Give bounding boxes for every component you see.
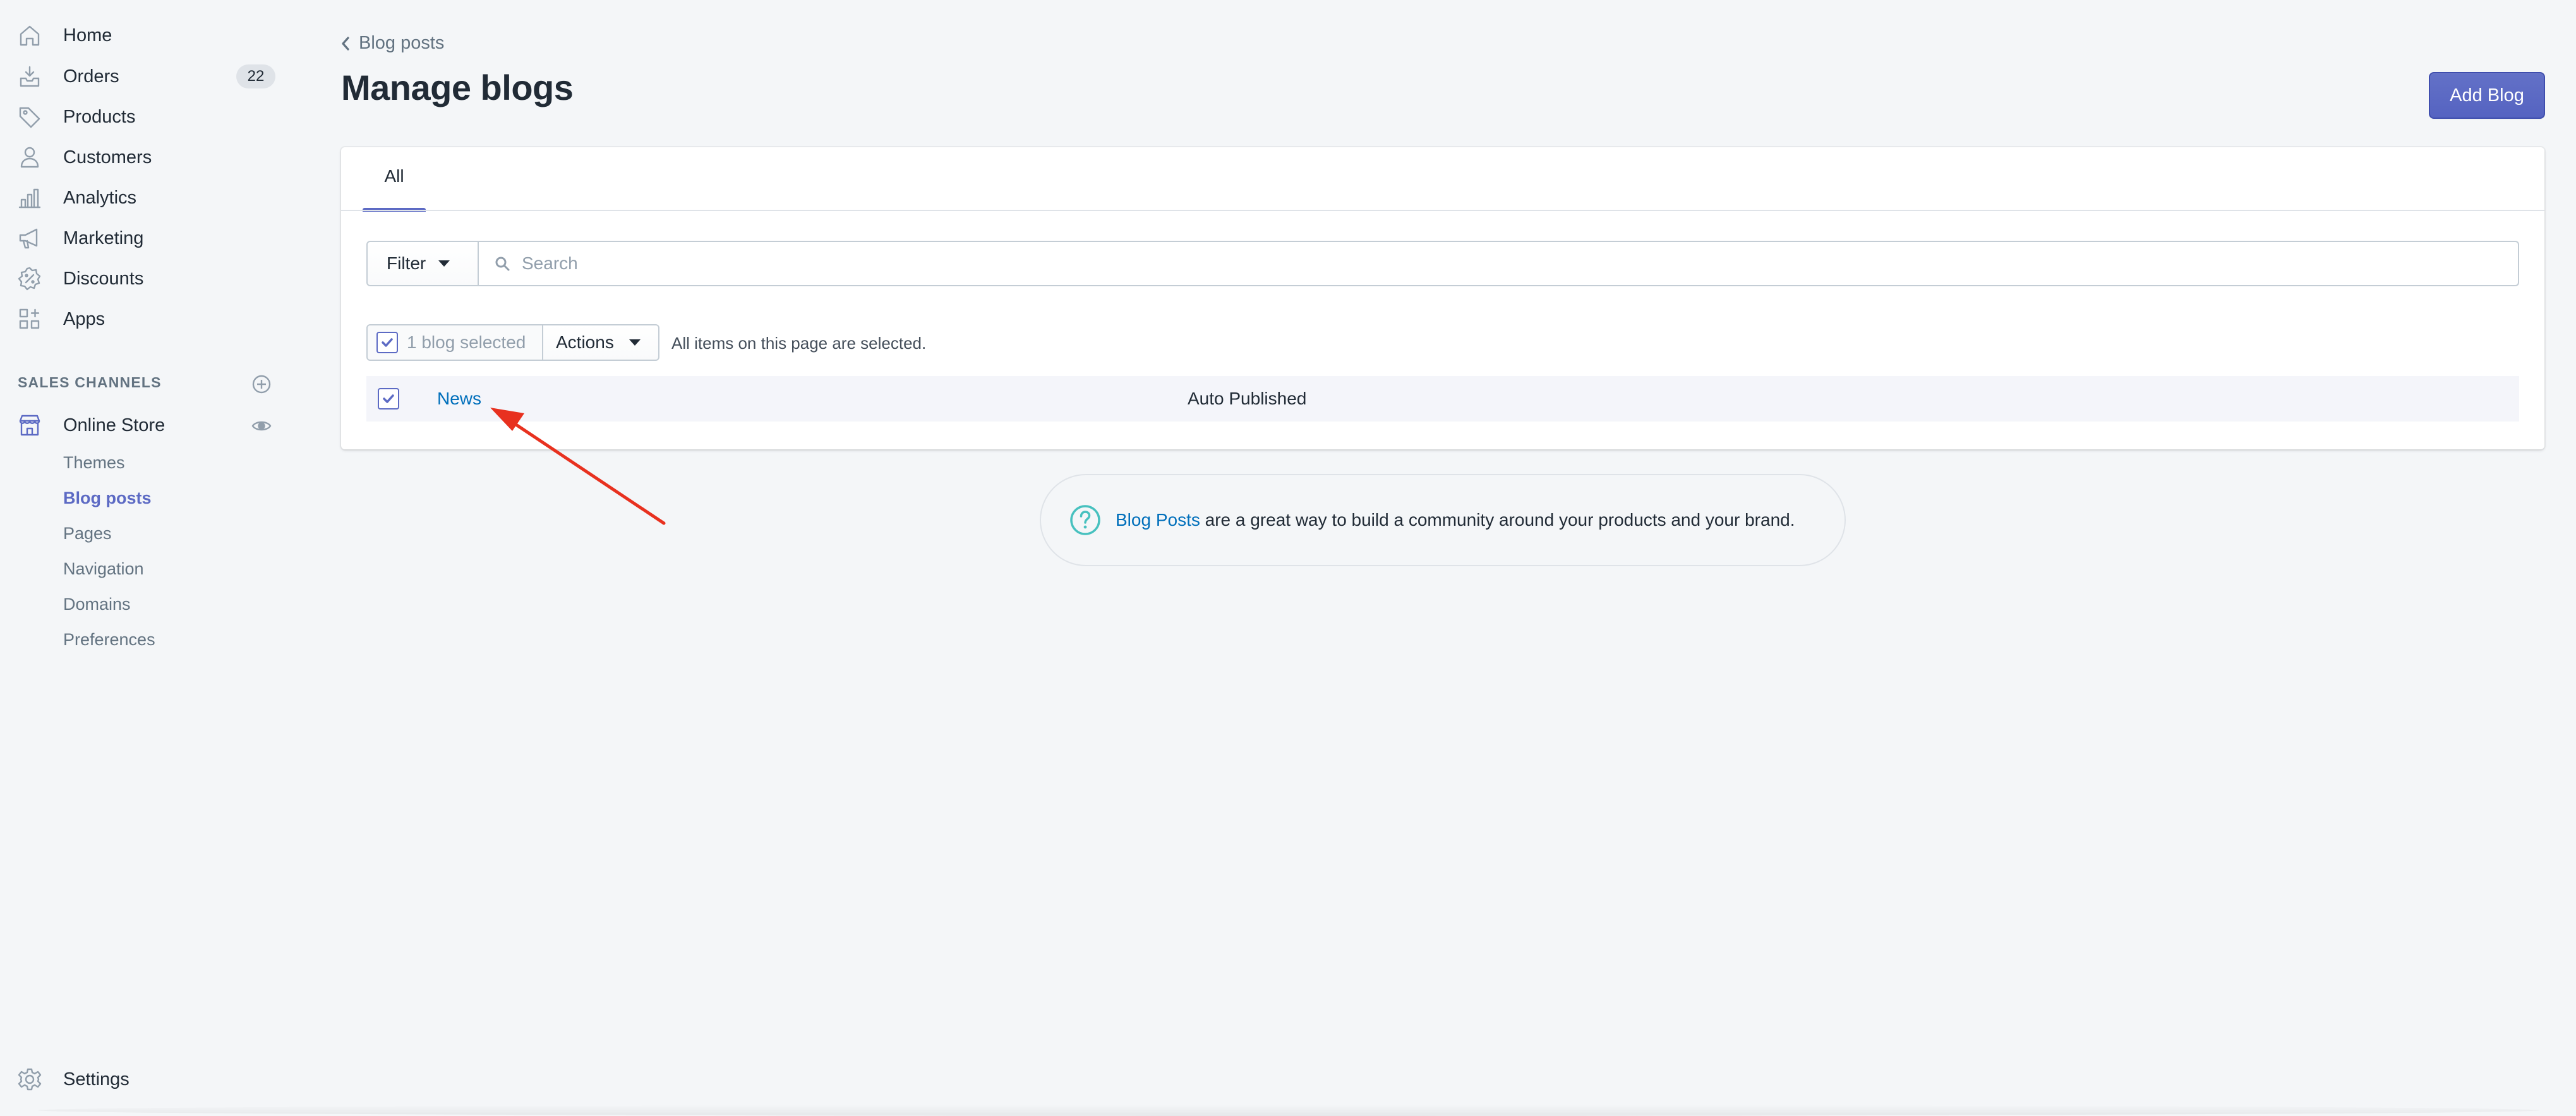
gear-icon [15, 1065, 44, 1094]
discount-icon [15, 264, 44, 293]
breadcrumb-back-link[interactable]: Blog posts [339, 33, 444, 54]
view-store-eye-icon[interactable] [250, 415, 273, 437]
bulk-select-button[interactable]: 1 blog selected [366, 324, 543, 361]
page-title: Manage blogs [341, 68, 574, 107]
nav-item-products[interactable]: Products [0, 97, 297, 137]
nav-item-home[interactable]: Home [0, 15, 297, 56]
breadcrumb-label: Blog posts [359, 33, 445, 53]
help-text-body: are a great way to build a community aro… [1200, 510, 1795, 530]
add-sales-channel-icon[interactable] [250, 373, 273, 396]
sales-channels-heading: SALES CHANNELS [18, 374, 162, 391]
tab-divider [341, 210, 2544, 211]
bulk-select-checkbox[interactable] [376, 332, 398, 353]
nav-label-apps: Apps [63, 308, 105, 329]
nav-label-products: Products [63, 106, 136, 127]
sub-item-pages[interactable]: Pages [63, 524, 112, 543]
help-text: Blog Posts are a great way to build a co… [1116, 510, 1795, 530]
bar-chart-icon [15, 183, 44, 212]
store-icon [15, 411, 44, 440]
table-row[interactable]: News Auto Published [366, 376, 2519, 422]
sidebar: Home Orders 22 Products Customers Analyt… [0, 0, 297, 1116]
sub-item-domains[interactable]: Domains [63, 595, 131, 614]
blogs-card: All Filter 1 blog selected Actions All i… [341, 147, 2544, 449]
orders-count-badge: 22 [236, 64, 275, 88]
tag-icon [15, 102, 44, 131]
nav-label-marketing: Marketing [63, 227, 144, 248]
nav-item-settings[interactable]: Settings [0, 1059, 297, 1100]
bottom-shadow [38, 1105, 2539, 1116]
chevron-left-icon [342, 36, 349, 51]
sub-item-navigation[interactable]: Navigation [63, 559, 144, 579]
help-footer: Blog Posts are a great way to build a co… [1040, 474, 1846, 566]
nav-item-discounts[interactable]: Discounts [0, 258, 297, 299]
sub-item-themes[interactable]: Themes [63, 453, 125, 473]
add-blog-button[interactable]: Add Blog [2429, 72, 2545, 119]
caret-down-icon [438, 260, 450, 267]
row-checkbox[interactable] [378, 388, 399, 409]
nav-item-apps[interactable]: Apps [0, 299, 297, 339]
nav-item-analytics[interactable]: Analytics [0, 178, 297, 218]
filter-label: Filter [387, 253, 426, 273]
sub-item-blog-posts[interactable]: Blog posts [63, 488, 152, 508]
blog-posts-help-link[interactable]: Blog Posts [1116, 510, 1200, 530]
search-icon [495, 257, 510, 271]
caret-down-icon [629, 339, 641, 346]
nav-label-analytics: Analytics [63, 187, 137, 208]
nav-label-settings: Settings [63, 1069, 129, 1089]
all-selected-message: All items on this page are selected. [671, 334, 927, 353]
blog-title-link[interactable]: News [437, 389, 481, 409]
selected-count-text: 1 blog selected [407, 332, 526, 352]
checkmark-icon [383, 394, 394, 403]
home-icon [15, 21, 44, 50]
search-input[interactable] [521, 253, 2418, 274]
orders-icon [15, 62, 44, 91]
checkmark-icon [382, 338, 393, 347]
tab-all[interactable]: All [363, 147, 426, 212]
question-circle-icon [1069, 504, 1102, 537]
nav-label-orders: Orders [63, 66, 119, 87]
filter-button[interactable]: Filter [366, 241, 479, 286]
nav-item-marketing[interactable]: Marketing [0, 218, 297, 258]
nav-item-customers[interactable]: Customers [0, 137, 297, 178]
nav-label-discounts: Discounts [63, 268, 144, 289]
apps-icon [15, 305, 44, 334]
nav-label-home: Home [63, 25, 112, 45]
actions-label: Actions [556, 332, 614, 352]
actions-dropdown[interactable]: Actions [542, 324, 659, 361]
search-field [478, 241, 2519, 286]
person-icon [15, 143, 44, 172]
nav-item-orders[interactable]: Orders 22 [0, 56, 297, 97]
nav-label-online-store: Online Store [63, 415, 166, 435]
blog-status: Auto Published [1188, 389, 1307, 408]
megaphone-icon [15, 224, 44, 253]
sub-item-preferences[interactable]: Preferences [63, 630, 155, 650]
nav-label-customers: Customers [63, 147, 152, 167]
tab-all-label: All [384, 166, 404, 186]
